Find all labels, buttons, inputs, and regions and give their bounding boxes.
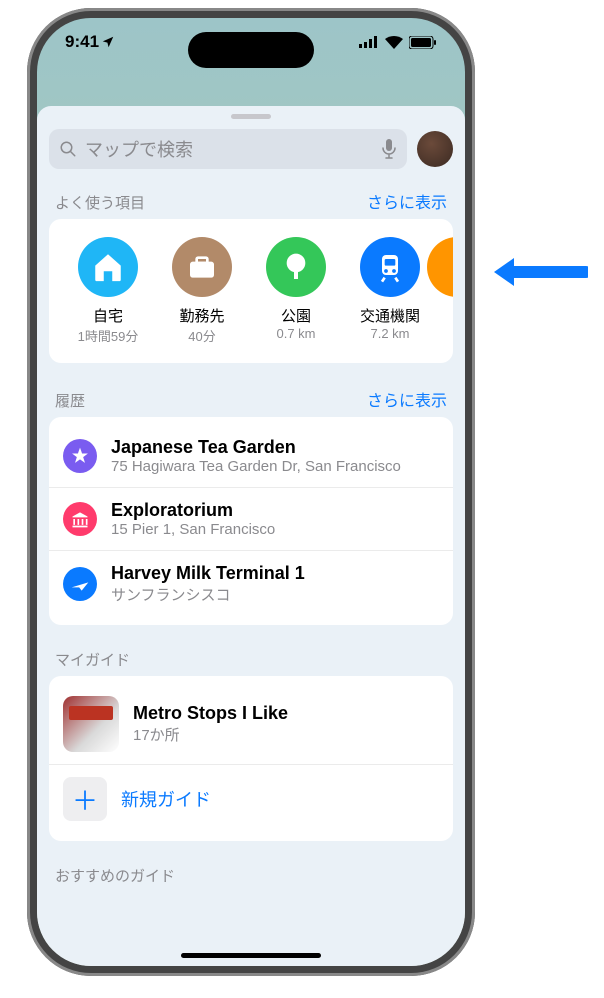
favorites-header: よく使う項目	[55, 192, 145, 213]
profile-avatar[interactable]	[417, 131, 453, 167]
favorites-scroll[interactable]: 自宅 1時間59分 勤務先 40分 公園	[49, 227, 453, 355]
recents-more-link[interactable]: さらに表示	[367, 387, 447, 411]
guide-thumbnail	[63, 696, 119, 752]
plane-icon	[63, 567, 97, 601]
search-placeholder: マップで検索	[85, 136, 373, 162]
tree-icon	[266, 237, 326, 297]
train-icon	[360, 237, 420, 297]
briefcase-icon	[172, 237, 232, 297]
phone-frame: 9:41	[27, 8, 475, 976]
favorite-tea[interactable]: 茶 3.	[437, 237, 453, 345]
guides-card: Metro Stops I Like 17か所 ＋ 新規ガイド	[49, 676, 453, 841]
wifi-icon	[385, 36, 403, 49]
guides-header: マイガイド	[55, 649, 130, 670]
favorite-work[interactable]: 勤務先 40分	[155, 237, 249, 345]
dynamic-island	[188, 32, 314, 68]
annotation-arrow-icon	[490, 254, 588, 290]
home-indicator[interactable]	[181, 953, 321, 958]
recent-item-japanese-tea-garden[interactable]: Japanese Tea Garden 75 Hagiwara Tea Gard…	[49, 425, 453, 487]
favorites-card: 自宅 1時間59分 勤務先 40分 公園	[49, 219, 453, 363]
new-guide-button[interactable]: ＋ 新規ガイド	[49, 764, 453, 833]
status-time: 9:41	[65, 32, 99, 52]
screen: 9:41	[37, 18, 465, 966]
mic-icon[interactable]	[381, 139, 397, 159]
museum-icon	[63, 502, 97, 536]
plus-icon: ＋	[63, 777, 107, 821]
cellular-icon	[359, 36, 379, 48]
favorite-home[interactable]: 自宅 1時間59分	[61, 237, 155, 345]
guide-metro-stops[interactable]: Metro Stops I Like 17か所	[49, 684, 453, 764]
search-field[interactable]: マップで検索	[49, 129, 407, 169]
recent-item-harvey-milk-terminal-1[interactable]: Harvey Milk Terminal 1 サンフランシスコ	[49, 550, 453, 617]
home-icon	[78, 237, 138, 297]
sheet-grabber[interactable]	[231, 114, 271, 119]
star-icon	[63, 439, 97, 473]
search-icon	[59, 140, 77, 158]
battery-icon	[409, 36, 437, 49]
recents-card: Japanese Tea Garden 75 Hagiwara Tea Gard…	[49, 417, 453, 625]
recents-header: 履歴	[55, 390, 85, 411]
location-icon	[101, 35, 115, 49]
favorite-transit[interactable]: 交通機関 7.2 km	[343, 237, 437, 345]
favorite-park[interactable]: 公園 0.7 km	[249, 237, 343, 345]
search-sheet: マップで検索 よく使う項目 さらに表示 自宅	[37, 106, 465, 966]
recommended-header: おすすめのガイド	[55, 865, 175, 886]
recent-item-exploratorium[interactable]: Exploratorium 15 Pier 1, San Francisco	[49, 487, 453, 550]
favorites-more-link[interactable]: さらに表示	[367, 189, 447, 213]
